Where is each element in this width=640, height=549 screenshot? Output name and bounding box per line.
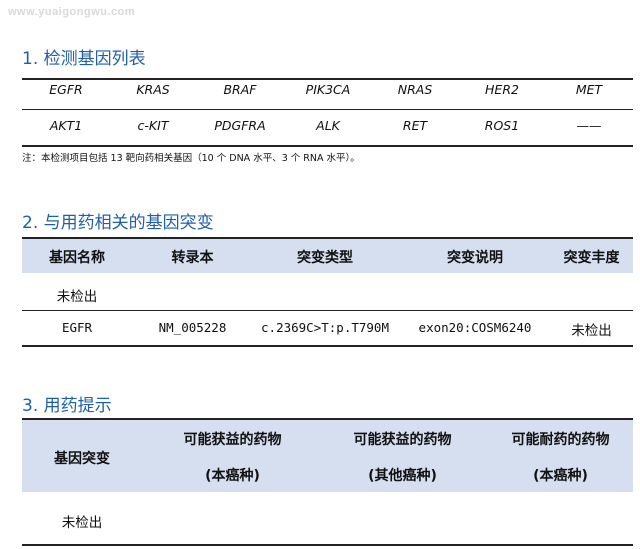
- gene-cell: ROS1: [484, 118, 520, 133]
- mutation-desc: exon20:COSM6240: [418, 320, 532, 335]
- col-header-benefit-other-cancer: 可能获益的药物: [353, 432, 452, 448]
- gene-cell: c-KIT: [137, 118, 169, 133]
- gene-cell: NRAS: [397, 82, 433, 97]
- mutation-not-detected: 未检出: [56, 289, 98, 305]
- mutation-table-divider: [22, 310, 633, 311]
- col-header-resistant-this-cancer: 可能耐药的药物: [511, 432, 610, 448]
- col-header-abundance: 突变丰度: [563, 250, 620, 266]
- col-header-benefit-this-cancer: 可能获益的药物: [183, 432, 282, 448]
- mutation-abundance: 未检出: [571, 323, 612, 339]
- col-header-gene-name: 基因名称: [49, 250, 105, 266]
- gene-list-row-2: AKT1 c-KIT PDGFRA ALK RET ROS1 ——: [22, 118, 633, 138]
- mutation-transcript: NM_005228: [158, 320, 227, 335]
- mutation-table-bottom-rule: [22, 345, 633, 347]
- gene-cell: BRAF: [223, 82, 257, 97]
- gene-cell: PDGFRA: [214, 118, 266, 133]
- section-title-drug-hints: 3. 用药提示: [22, 396, 112, 416]
- drug-table-bottom-rule: [22, 544, 633, 546]
- gene-list-top-rule: [22, 78, 633, 80]
- col-header-mutation-type: 突变类型: [297, 250, 353, 266]
- section-title-gene-list: 1. 检测基因列表: [22, 49, 146, 69]
- col-header-gene-mutation: 基因突变: [54, 451, 110, 467]
- col-header-transcript: 转录本: [171, 250, 214, 266]
- mutation-type: c.2369C>T:p.T790M: [261, 320, 389, 335]
- gene-cell: AKT1: [49, 118, 83, 133]
- gene-list-row-1: EGFR KRAS BRAF PIK3CA NRAS HER2 MET: [22, 82, 633, 102]
- gene-cell: HER2: [485, 82, 519, 97]
- gene-list-bottom-rule: [22, 145, 633, 147]
- gene-list-note: 注：本检测项目包括 13 靶向药相关基因（10 个 DNA 水平、3 个 RNA…: [22, 153, 360, 164]
- gene-cell: KRAS: [136, 82, 170, 97]
- col-header-benefit-this-cancer-sub: (本癌种): [205, 468, 260, 484]
- gene-cell: PIK3CA: [305, 82, 351, 97]
- gene-cell: RET: [402, 118, 428, 133]
- section-title-mutations: 2. 与用药相关的基因突变: [22, 213, 214, 233]
- gene-cell: ALK: [316, 118, 340, 133]
- gene-cell: ——: [576, 118, 602, 133]
- mutation-gene: EGFR: [61, 320, 93, 335]
- gene-cell: MET: [575, 82, 603, 97]
- gene-cell: EGFR: [49, 82, 83, 97]
- col-header-resistant-this-cancer-sub: (本癌种): [533, 468, 588, 484]
- watermark: www.yuaigongwu.com: [8, 6, 136, 18]
- drug-not-detected: 未检出: [61, 515, 103, 531]
- col-header-benefit-other-cancer-sub: (其他癌种): [368, 468, 437, 484]
- col-header-mutation-desc: 突变说明: [447, 250, 503, 266]
- gene-list-divider: [22, 109, 633, 110]
